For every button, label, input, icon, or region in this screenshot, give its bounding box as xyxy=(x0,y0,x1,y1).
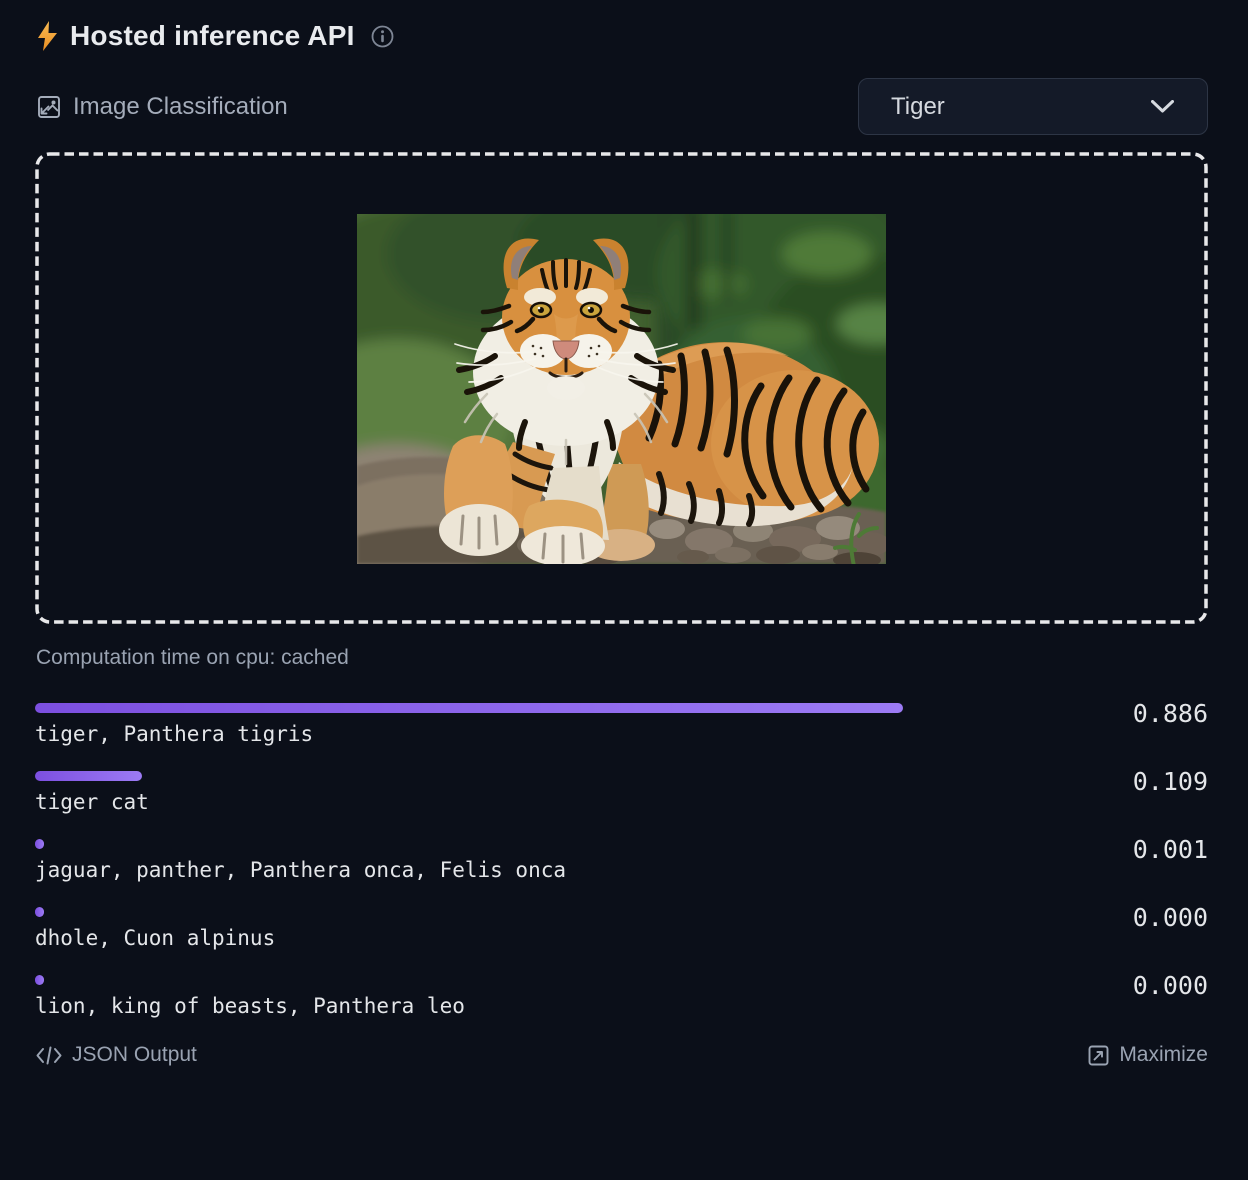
result-row: jaguar, panther, Panthera onca, Felis on… xyxy=(35,839,1208,882)
result-score: 0.000 xyxy=(1015,904,1208,932)
score-bar xyxy=(35,975,44,985)
task-label-group: Image Classification xyxy=(36,93,288,121)
maximize-button[interactable]: Maximize xyxy=(1088,1043,1208,1067)
result-label: jaguar, panther, Panthera onca, Felis on… xyxy=(35,858,1015,882)
model-example-selector[interactable]: Tiger xyxy=(858,78,1208,135)
result-label: tiger cat xyxy=(35,790,1015,814)
result-row: lion, king of beasts, Panthera leo 0.000 xyxy=(35,975,1208,1018)
score-bar xyxy=(35,907,44,917)
result-score: 0.001 xyxy=(1015,836,1208,864)
result-label: lion, king of beasts, Panthera leo xyxy=(35,994,1015,1018)
json-output-label: JSON Output xyxy=(72,1043,197,1067)
result-score: 0.109 xyxy=(1015,768,1208,796)
result-row: dhole, Cuon alpinus 0.000 xyxy=(35,907,1208,950)
result-row: tiger, Panthera tigris 0.886 xyxy=(35,703,1208,746)
lightning-icon xyxy=(38,21,57,51)
widget-footer: JSON Output Maximize xyxy=(36,1043,1208,1067)
score-bar-track xyxy=(35,771,1015,781)
result-row: tiger cat 0.109 xyxy=(35,771,1208,814)
maximize-label: Maximize xyxy=(1119,1043,1208,1067)
image-dropzone[interactable] xyxy=(35,152,1208,624)
computation-time: Computation time on cpu: cached xyxy=(36,646,1208,670)
selected-example-label: Tiger xyxy=(859,93,1151,121)
task-row: Image Classification Tiger xyxy=(36,78,1208,135)
info-icon[interactable] xyxy=(368,25,394,48)
result-label: dhole, Cuon alpinus xyxy=(35,926,1015,950)
code-icon xyxy=(36,1046,62,1065)
tiger-image xyxy=(357,214,886,564)
result-score: 0.000 xyxy=(1015,972,1208,1000)
maximize-icon xyxy=(1088,1045,1109,1066)
hosted-inference-widget: Hosted inference API Image Classificatio… xyxy=(0,20,1248,1180)
score-bar xyxy=(35,771,142,781)
result-score: 0.886 xyxy=(1015,700,1208,728)
score-bar xyxy=(35,839,44,849)
result-label: tiger, Panthera tigris xyxy=(35,722,1015,746)
page-title: Hosted inference API xyxy=(70,20,355,52)
score-bar-track xyxy=(35,839,1015,849)
score-bar-track xyxy=(35,703,1015,713)
classification-results: tiger, Panthera tigris 0.886 tiger cat 0… xyxy=(35,703,1208,1018)
json-output-button[interactable]: JSON Output xyxy=(36,1043,197,1067)
image-classification-icon xyxy=(36,94,62,120)
task-label: Image Classification xyxy=(73,93,288,121)
widget-header: Hosted inference API xyxy=(38,20,1208,52)
score-bar-track xyxy=(35,907,1015,917)
score-bar xyxy=(35,703,903,713)
score-bar-track xyxy=(35,975,1015,985)
chevron-down-icon xyxy=(1151,100,1207,113)
